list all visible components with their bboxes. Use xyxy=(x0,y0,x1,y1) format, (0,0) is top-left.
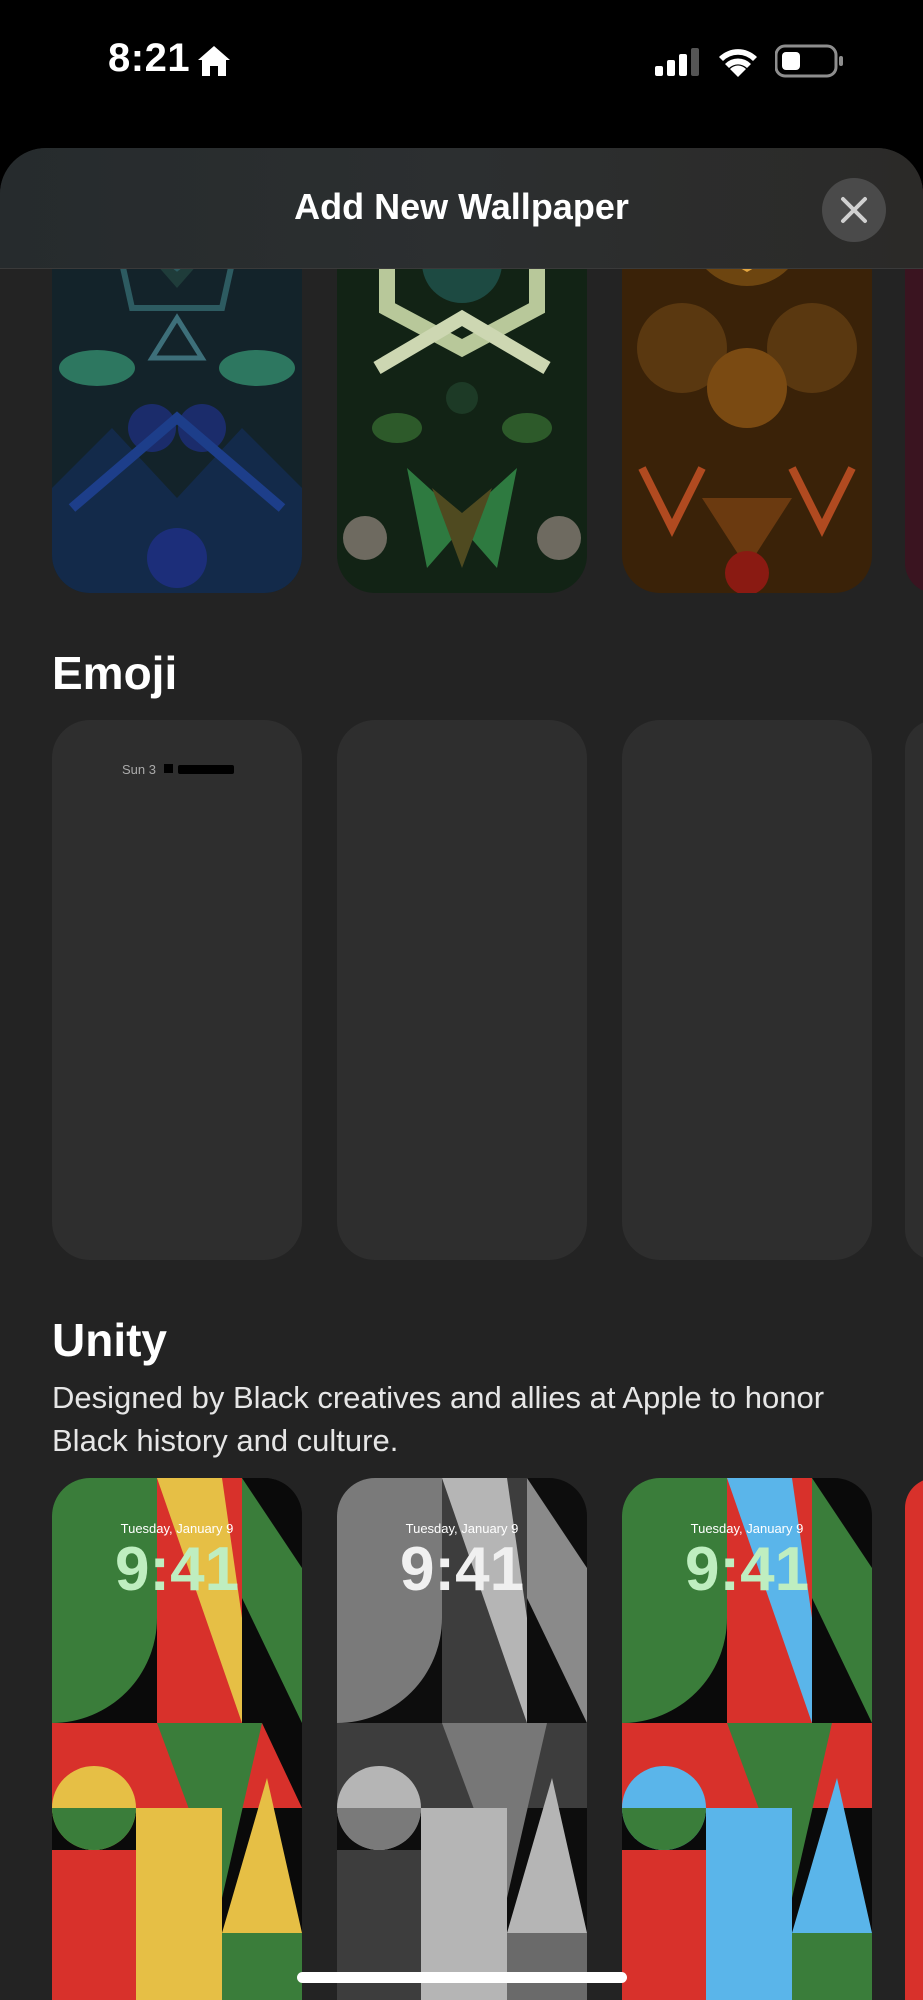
status-bar: 8:21 xyxy=(0,0,923,125)
unity-wallpaper-partial[interactable] xyxy=(905,1478,923,2000)
preview-widget-bar xyxy=(178,765,234,774)
emoji-wallpaper-3[interactable] xyxy=(622,720,872,1260)
status-time: 8:21 xyxy=(108,36,191,80)
lock-screen-time: 9:41 xyxy=(399,1535,525,1604)
section-description-unity: Designed by Black creatives and allies a… xyxy=(52,1380,825,1458)
close-button[interactable] xyxy=(822,178,886,242)
lock-screen-time: 9:41 xyxy=(114,1535,240,1604)
home-indicator[interactable] xyxy=(297,1972,627,1983)
sheet-title: Add New Wallpaper xyxy=(294,186,629,227)
section-title-unity: Unity xyxy=(52,1314,167,1366)
unity-wallpaper-3[interactable]: Tuesday, January 9 9:41 xyxy=(622,1478,872,2000)
home-icon xyxy=(196,44,232,83)
sheet-header: Add New Wallpaper xyxy=(0,148,923,269)
preview-date: Sun 3 xyxy=(122,762,156,777)
section-title-emoji: Emoji xyxy=(52,647,178,699)
cellular-signal-icon xyxy=(655,48,701,81)
emoji-wallpaper-1[interactable]: Sun 3 xyxy=(52,720,302,1260)
lock-screen-time: 9:41 xyxy=(684,1535,810,1604)
unity-wallpaper-2[interactable]: Tuesday, January 9 9:41 xyxy=(337,1478,587,2000)
add-wallpaper-sheet: Add New Wallpaper Emoji Sun 3 Unity Desi… xyxy=(0,148,923,2000)
emoji-wallpaper-partial[interactable] xyxy=(905,720,923,1260)
close-icon xyxy=(841,197,867,223)
unity-wallpaper-1[interactable]: Tuesday, January 9 9:41 xyxy=(52,1478,302,2000)
emoji-wallpaper-2[interactable] xyxy=(337,720,587,1260)
preview-widget-icon xyxy=(164,764,173,773)
battery-icon xyxy=(774,44,845,83)
wifi-icon xyxy=(716,44,760,83)
